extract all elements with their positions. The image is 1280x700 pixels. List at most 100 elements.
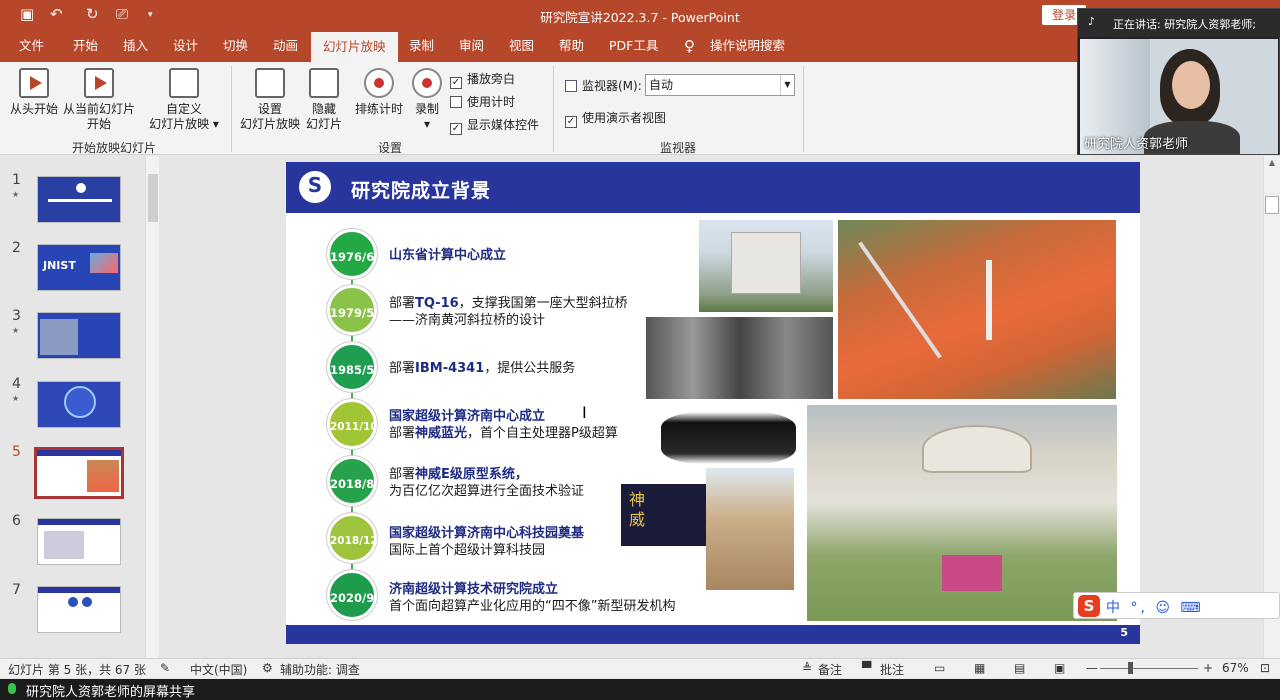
zoom-level[interactable]: 67% [1222, 661, 1249, 675]
fit-to-window-icon[interactable]: ⊡ [1260, 661, 1270, 675]
thumb-image [87, 460, 119, 492]
reading-view-icon[interactable]: ▤ [1014, 661, 1025, 675]
editor-scrollbar[interactable]: ▲ [1263, 156, 1280, 658]
from-beginning-button[interactable]: 从头开始 [6, 68, 62, 117]
rehearse-timings-button[interactable]: 排练计时 [352, 68, 406, 117]
tab-view[interactable]: 视图 [507, 30, 536, 62]
ime-toolbar[interactable]: S 中 °, ☺ ⌨ [1073, 592, 1280, 619]
tab-review[interactable]: 审阅 [457, 30, 486, 62]
sogou-ime-icon[interactable]: S [1078, 595, 1100, 617]
slide-thumbnail-pane: 1 ★ 2 JNIST 3 ★ 4 ★ 5 6 7 [0, 156, 162, 658]
zoom-in-icon[interactable]: + [1203, 661, 1213, 675]
tab-slideshow[interactable]: 幻灯片放映 [311, 32, 398, 62]
play-narrations-checkbox[interactable]: ✓ 播放旁白 [450, 70, 515, 89]
speaker-icon: ♪ [1088, 15, 1096, 28]
bridge-tower [986, 260, 992, 340]
tell-me-search[interactable]: 操作说明搜索 [708, 30, 787, 62]
timeline-date: 2011/10 [327, 399, 378, 449]
slide-thumbnail-2[interactable]: JNIST [37, 244, 121, 291]
thumb-number: 4 [12, 376, 21, 392]
tab-transitions[interactable]: 切换 [221, 30, 250, 62]
thumb-header [38, 519, 120, 525]
timeline-event: 部署神威E级原型系统， 为百亿亿次超算进行全面技术验证 [389, 467, 585, 499]
thumb-image [40, 319, 78, 355]
tab-file[interactable]: 文件 [17, 30, 46, 62]
slide-footer-bar: 5 [286, 625, 1140, 644]
hide-slide-button[interactable]: 隐藏 幻灯片 [302, 68, 346, 132]
scroll-thumb[interactable] [1265, 196, 1279, 214]
tab-design[interactable]: 设计 [171, 30, 200, 62]
accessibility-status[interactable]: 辅助功能: 调查 [280, 661, 360, 678]
custom-show-icon [169, 68, 199, 98]
slide-page-number: 5 [1120, 626, 1128, 639]
dome-building [922, 425, 1032, 473]
tab-pdf-tools[interactable]: PDF工具 [607, 30, 660, 62]
timeline-date: 1976/6 [327, 229, 377, 279]
tab-insert[interactable]: 插入 [121, 30, 150, 62]
notes-button[interactable]: 备注 [818, 661, 842, 678]
slideshow-start-icon [19, 68, 49, 98]
slide-canvas[interactable]: 研究院成立背景 1976/6 山东省计算中心成立 1979/5 部署TQ-16，… [286, 162, 1140, 644]
monitor-select[interactable]: 自动 ▼ [645, 74, 795, 96]
tab-record[interactable]: 录制 [407, 30, 436, 62]
timeline-date: 2018/12 [327, 513, 378, 563]
hide-slide-icon [309, 68, 339, 98]
flower-bed [942, 555, 1002, 591]
institute-logo [296, 168, 334, 206]
presenter-view-checkbox[interactable]: ✓ 使用演示者视图 [565, 109, 666, 128]
photo-team-historic [646, 317, 833, 399]
slide-sorter-icon[interactable]: ▦ [974, 661, 985, 675]
zoom-slider[interactable] [1100, 668, 1198, 669]
language-indicator[interactable]: 中文(中国) [190, 661, 247, 678]
tab-home[interactable]: 开始 [71, 30, 100, 62]
monitor-icon [565, 80, 577, 92]
thumb-image [90, 253, 118, 273]
setup-slideshow-button[interactable]: 设置 幻灯片放映 [238, 68, 302, 132]
from-current-slide-button[interactable]: 从当前幻灯片 开始 [62, 68, 136, 132]
divider [553, 66, 554, 152]
notes-icon[interactable]: ✎ [160, 661, 170, 675]
person-face [1172, 61, 1210, 109]
slide-thumbnail-3[interactable] [37, 312, 121, 359]
timeline-event: 济南超级计算技术研究院成立 首个面向超算产业化应用的“四不像”新型研发机构 [389, 582, 676, 614]
tab-help[interactable]: 帮助 [557, 30, 586, 62]
slide-thumbnail-5[interactable] [34, 447, 124, 499]
slide-thumbnail-1[interactable] [37, 176, 121, 223]
group-monitors-label: 监视器 [659, 141, 696, 155]
thumbnail-scrollbar[interactable] [145, 156, 159, 658]
slide-thumbnail-4[interactable] [37, 381, 121, 428]
bridge-deck [858, 241, 942, 359]
timeline-event: 部署IBM-4341，提供公共服务 [389, 361, 576, 376]
thumb-header [38, 587, 120, 593]
monitor-label: 监视器(M): [565, 77, 642, 94]
setup-icon [255, 68, 285, 98]
zoom-out-icon[interactable]: — [1086, 661, 1098, 675]
slide-thumbnail-7[interactable] [37, 586, 121, 633]
speaking-indicator: ♪ 正在讲话: 研究院人资郭老师; [1078, 9, 1280, 37]
video-call-overlay: ♪ 正在讲话: 研究院人资郭老师; 研究院人资郭老师 [1077, 8, 1280, 155]
comments-button[interactable]: 批注 [880, 661, 904, 678]
thumb-header [37, 450, 121, 456]
scroll-up-icon[interactable]: ▲ [1264, 158, 1280, 167]
zoom-slider-handle[interactable] [1128, 662, 1133, 674]
timeline-event: 部署TQ-16，支撑我国第一座大型斜拉桥——济南黄河斜拉桥的设计 [389, 296, 628, 328]
use-timings-checkbox[interactable]: 使用计时 [450, 93, 515, 110]
slideshow-current-icon [84, 68, 114, 98]
scroll-thumb[interactable] [148, 174, 158, 222]
status-bar: 幻灯片 第 5 张，共 67 张 ✎ 中文(中国) ⚙ 辅助功能: 调查 ≜ 备… [0, 658, 1280, 678]
slide-title: 研究院成立背景 [351, 180, 492, 202]
ime-status[interactable]: 中 °, ☺ ⌨ [1106, 597, 1204, 617]
notes-pane-icon: ≜ [802, 661, 813, 675]
slide-thumbnail-6[interactable] [37, 518, 121, 565]
custom-slideshow-button[interactable]: 自定义 幻灯片放映 ▾ [144, 68, 224, 132]
group-setup-label: 设置 [377, 141, 402, 155]
show-media-controls-checkbox[interactable]: ✓ 显示媒体控件 [450, 116, 539, 135]
lightbulb-icon: ♀ [684, 37, 695, 55]
record-button[interactable]: 录制 ▾ [410, 68, 444, 132]
tab-animations[interactable]: 动画 [271, 30, 300, 62]
animation-star-icon: ★ [12, 394, 20, 403]
slideshow-view-icon[interactable]: ▣ [1054, 661, 1065, 675]
normal-view-icon[interactable]: ▭ [934, 661, 945, 675]
thumb-text [48, 199, 112, 202]
participant-name: 研究院人资郭老师 [1084, 137, 1189, 152]
